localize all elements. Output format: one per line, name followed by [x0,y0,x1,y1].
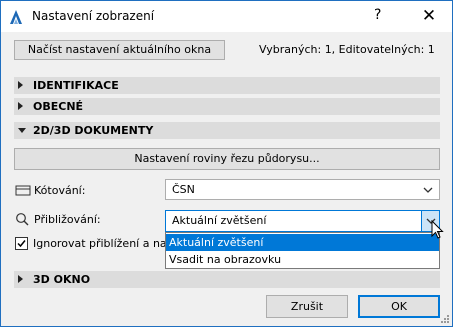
cancel-button[interactable]: Zrušit [266,295,348,318]
dimensioning-label: Kótování: [34,184,86,197]
archicad-app-icon [10,10,22,24]
help-button[interactable]: ? [374,7,381,23]
dimensioning-value: ČSN [172,183,195,196]
option-label: Vsadit na obrazovku [169,253,282,266]
section-obecne[interactable]: OBECNÉ [14,98,440,115]
resize-grip-icon[interactable] [439,313,450,324]
dialog-window: Nastavení zobrazení ? ✕ Načíst nastavení… [0,0,453,327]
zoom-option-current[interactable]: Aktuální zvětšení [166,234,439,251]
section-identifikace[interactable]: IDENTIFIKACE [14,77,440,94]
chevron-right-icon [18,275,23,283]
window-title: Nastavení zobrazení [32,9,155,23]
mouse-cursor-icon [431,220,444,239]
section-label: 2D/3D DOKUMENTY [33,124,154,137]
close-button[interactable]: ✕ [417,5,441,27]
section-3d-okno[interactable]: 3D OKNO [14,271,440,288]
chevron-right-icon [18,81,23,89]
zoom-select[interactable]: Aktuální zvětšení [165,210,440,232]
option-label: Aktuální zvětšení [169,236,264,249]
dimension-icon [15,185,31,196]
load-current-window-settings-button[interactable]: Načíst nastavení aktuálního okna [14,40,225,60]
ok-button[interactable]: OK [358,295,440,318]
checkmark-icon [17,240,26,248]
chevron-down-icon [18,128,26,133]
cut-plane-settings-button[interactable]: Nastavení roviny řezu půdorysu... [14,148,440,170]
section-2d3d-dokumenty[interactable]: 2D/3D DOKUMENTY [14,122,440,139]
magnifier-icon [16,213,29,226]
title-bar[interactable]: Nastavení zobrazení ? ✕ [1,1,452,32]
section-label: OBECNÉ [33,100,84,113]
zoom-label: Přibližování: [34,213,101,226]
zoom-dropdown-list: Aktuální zvětšení Vsadit na obrazovku [165,232,440,269]
zoom-value: Aktuální zvětšení [172,214,267,227]
zoom-option-fit-screen[interactable]: Vsadit na obrazovku [166,251,439,268]
ignore-zoom-label: Ignorovat přiblížení a nato [33,237,178,250]
dimensioning-select[interactable]: ČSN [165,179,440,200]
selection-info: Vybraných: 1, Editovatelných: 1 [259,43,435,56]
ignore-zoom-checkbox[interactable] [15,237,28,250]
section-label: 3D OKNO [33,273,91,286]
chevron-right-icon [18,102,23,110]
chevron-down-icon [423,187,433,193]
section-label: IDENTIFIKACE [33,79,119,92]
